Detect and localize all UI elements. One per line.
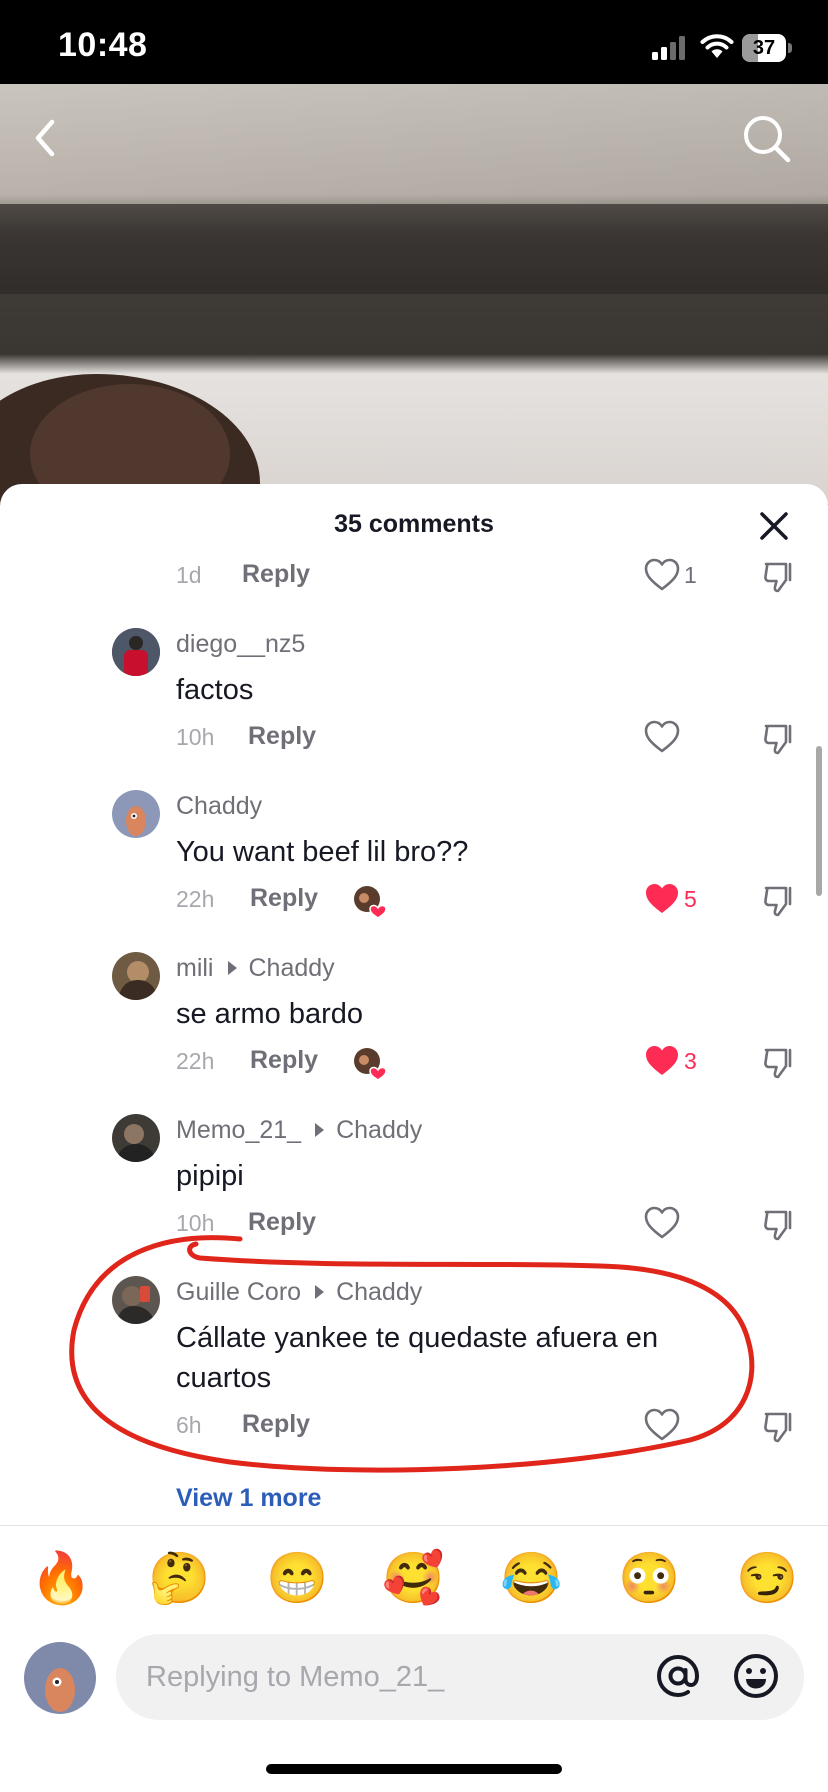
comment-input-box[interactable] xyxy=(116,1634,804,1720)
reply-button[interactable]: Reply xyxy=(250,884,318,913)
at-icon[interactable] xyxy=(652,1650,704,1702)
comments-count-title: 35 comments xyxy=(334,510,494,538)
avatar-image xyxy=(112,628,160,676)
avatar-image xyxy=(112,1114,160,1162)
like-count: 1 xyxy=(684,562,697,588)
emoji-flushed-button[interactable]: 😳 xyxy=(618,1548,680,1608)
avatar[interactable] xyxy=(112,952,160,1000)
home-indicator[interactable] xyxy=(266,1764,562,1774)
thumbs-down-icon[interactable] xyxy=(762,1206,798,1242)
reply-to-arrow-icon xyxy=(227,961,237,976)
comment-username[interactable]: diego__nz5 xyxy=(176,630,305,659)
emoji-hearts-face-button[interactable]: 🥰 xyxy=(382,1548,444,1608)
username-text[interactable]: Chaddy xyxy=(176,792,262,820)
emoji-laughing-button[interactable]: 😂 xyxy=(500,1548,562,1608)
comments-scrollbar[interactable] xyxy=(816,746,822,896)
emoji-grin-button[interactable]: 😁 xyxy=(266,1548,328,1608)
like-count: 3 xyxy=(684,1048,697,1074)
heart-icon[interactable] xyxy=(644,1206,680,1240)
wifi-icon xyxy=(700,34,734,58)
comment-username[interactable]: mili Chaddy xyxy=(176,954,335,983)
avatar-image xyxy=(112,1276,160,1324)
thumbs-down-icon[interactable] xyxy=(762,1044,798,1080)
heart-icon[interactable] xyxy=(644,720,680,754)
heart-icon[interactable] xyxy=(644,882,680,916)
liked-by-creator-icon xyxy=(354,886,387,919)
comment-time: 6h xyxy=(176,1412,202,1438)
status-time: 10:48 xyxy=(58,26,148,64)
heart-icon[interactable] xyxy=(644,1044,680,1078)
emoji-smirk-button[interactable]: 😏 xyxy=(736,1548,798,1608)
liked-by-creator-icon xyxy=(354,1048,387,1081)
quick-emoji-bar: 🔥 🤔 😁 🥰 😂 😳 😏 xyxy=(0,1548,828,1612)
username-text[interactable]: diego__nz5 xyxy=(176,630,305,658)
heart-icon[interactable] xyxy=(644,1408,680,1442)
reply-to-username[interactable]: Chaddy xyxy=(336,1116,422,1144)
comment-time: 1d xyxy=(176,562,202,588)
comment-input-row xyxy=(0,1634,828,1724)
thumbs-down-icon[interactable] xyxy=(762,558,798,594)
my-avatar xyxy=(24,1642,96,1714)
video-ceiling xyxy=(0,84,828,204)
comment-input[interactable] xyxy=(144,1652,628,1702)
username-text[interactable]: mili xyxy=(176,954,214,982)
back-button[interactable] xyxy=(22,110,70,166)
comment-time: 10h xyxy=(176,1210,215,1236)
smiley-icon[interactable] xyxy=(730,1650,782,1702)
comment-time: 10h xyxy=(176,724,215,750)
avatar-image xyxy=(112,952,160,1000)
battery-body: 37 xyxy=(742,34,786,62)
reply-to-username[interactable]: Chaddy xyxy=(249,954,335,982)
reply-button[interactable]: Reply xyxy=(242,1410,310,1439)
emoji-thinking-button[interactable]: 🤔 xyxy=(148,1548,210,1608)
comment-text: Cállate yankee te quedaste afuera en cua… xyxy=(176,1322,659,1394)
emoji-fire-button[interactable]: 🔥 xyxy=(30,1548,92,1608)
comment-username[interactable]: Memo_21_ Chaddy xyxy=(176,1116,422,1145)
avatar[interactable] xyxy=(112,1114,160,1162)
emoji-bar-divider xyxy=(0,1525,828,1526)
battery-cap xyxy=(788,43,792,53)
status-bar: 10:48 37 xyxy=(0,0,828,84)
thumbs-down-icon[interactable] xyxy=(762,1408,798,1444)
reply-button[interactable]: Reply xyxy=(248,722,316,751)
comment-text: se armo bardo xyxy=(176,998,363,1030)
thumbs-down-icon[interactable] xyxy=(762,882,798,918)
reply-button[interactable]: Reply xyxy=(250,1046,318,1075)
avatar[interactable] xyxy=(112,790,160,838)
avatar-image xyxy=(112,790,160,838)
reply-button[interactable]: Reply xyxy=(242,560,310,589)
reply-to-arrow-icon xyxy=(315,1285,325,1300)
comment-time: 22h xyxy=(176,1048,215,1074)
username-text[interactable]: Memo_21_ xyxy=(176,1116,301,1144)
like-count: 5 xyxy=(684,886,697,912)
cellular-signal-icon xyxy=(652,36,685,60)
reply-button[interactable]: Reply xyxy=(248,1208,316,1237)
thumbs-down-icon[interactable] xyxy=(762,720,798,756)
battery-indicator: 37 xyxy=(742,34,792,62)
heart-icon[interactable] xyxy=(644,558,680,592)
reply-to-username[interactable]: Chaddy xyxy=(336,1278,422,1306)
avatar[interactable] xyxy=(112,628,160,676)
reply-to-arrow-icon xyxy=(315,1123,325,1138)
comment-text: You want beef lil bro?? xyxy=(176,836,469,868)
comment-text: pipipi xyxy=(176,1160,244,1192)
video-preview[interactable] xyxy=(0,84,828,504)
avatar-image xyxy=(24,1642,96,1714)
search-icon[interactable] xyxy=(738,110,796,168)
comment-text: factos xyxy=(176,674,254,706)
avatar[interactable] xyxy=(112,1276,160,1324)
close-icon[interactable] xyxy=(752,504,796,548)
view-more-replies-button[interactable]: View 1 more xyxy=(176,1484,321,1513)
comment-username[interactable]: Chaddy xyxy=(176,792,262,821)
comment-time: 22h xyxy=(176,886,215,912)
video-beam xyxy=(0,204,828,294)
username-text[interactable]: Guille Coro xyxy=(176,1278,301,1306)
battery-percent: 37 xyxy=(752,37,776,59)
comment-username[interactable]: Guille Coro Chaddy xyxy=(176,1278,422,1307)
